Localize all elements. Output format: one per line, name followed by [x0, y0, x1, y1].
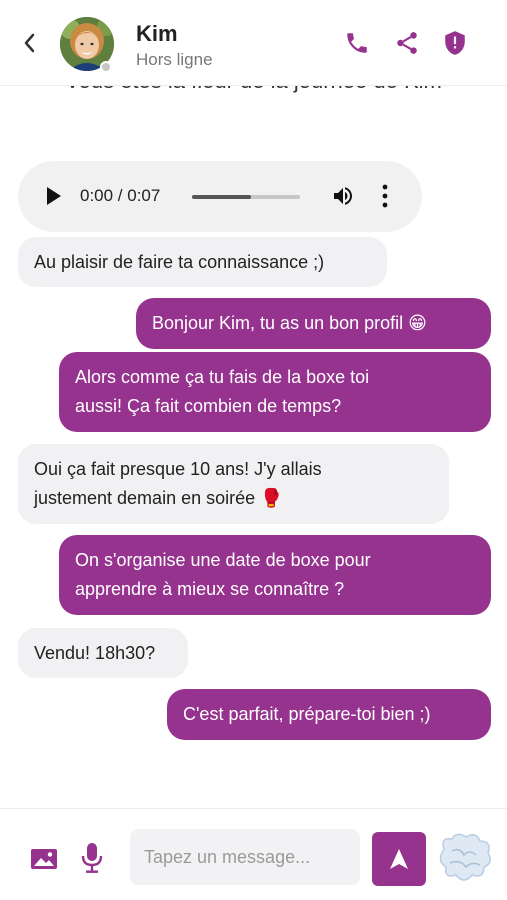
contact-name[interactable]: Kim: [136, 21, 178, 47]
message-text-line: On s'organise une date de boxe pour: [75, 550, 371, 570]
message-bubble-outgoing[interactable]: On s'organise une date de boxe pour appr…: [59, 535, 491, 615]
send-icon: [390, 849, 408, 869]
back-icon: [24, 33, 35, 53]
call-button[interactable]: [344, 30, 370, 56]
message-list[interactable]: Vous êtes la fleur de la journée de Kim …: [0, 86, 507, 808]
chat-header: Kim Hors ligne: [0, 0, 507, 86]
chat-screen: Kim Hors ligne Vous êtes la fleur de: [0, 0, 507, 900]
message-bubble-outgoing[interactable]: Bonjour Kim, tu as un bon profil 😁: [136, 298, 491, 349]
safety-button[interactable]: [442, 30, 468, 56]
back-button[interactable]: [22, 32, 40, 56]
image-icon[interactable]: [30, 847, 58, 871]
send-button[interactable]: [372, 832, 426, 886]
message-bubble-incoming[interactable]: Au plaisir de faire ta connaissance ;): [18, 237, 387, 287]
message-text: C'est parfait, prépare-toi bien ;): [183, 704, 431, 724]
contact-status: Hors ligne: [136, 50, 213, 69]
microphone-icon[interactable]: [80, 842, 104, 874]
play-icon[interactable]: [46, 186, 62, 206]
audio-time: 0:00 / 0:07: [80, 186, 161, 205]
message-text: Au plaisir de faire ta connaissance ;): [34, 251, 325, 272]
message-text-line: justement demain en soirée 🥊: [34, 488, 283, 508]
message-text-line: Oui ça fait presque 10 ans! J'y allais: [34, 459, 322, 479]
message-text: Bonjour Kim, tu as un bon profil 😁: [152, 313, 427, 333]
composer-bar: [0, 808, 507, 900]
message-text-line: aussi! Ça fait combien de temps?: [75, 396, 342, 416]
match-notice: Vous êtes la fleur de la journée de Kim: [0, 86, 507, 94]
audio-progress-bar[interactable]: [192, 195, 300, 199]
share-icon: [397, 32, 417, 54]
volume-icon[interactable]: [331, 184, 355, 208]
shield-icon: [445, 31, 465, 55]
audio-message-player[interactable]: 0:00 / 0:07: [18, 161, 422, 232]
message-bubble-incoming[interactable]: Vendu! 18h30?: [18, 628, 188, 678]
more-vertical-icon[interactable]: [380, 183, 390, 209]
audio-progress-fill: [192, 195, 252, 199]
offline-status-dot: [100, 61, 112, 73]
message-bubble-outgoing[interactable]: Alors comme ça tu fais de la boxe toi au…: [59, 352, 491, 432]
sticker-icon[interactable]: [434, 829, 494, 887]
message-text-line: Alors comme ça tu fais de la boxe toi: [75, 367, 370, 387]
message-text-line: apprendre à mieux se connaître ?: [75, 579, 345, 599]
message-bubble-outgoing[interactable]: C'est parfait, prépare-toi bien ;): [167, 689, 491, 740]
phone-icon: [347, 33, 367, 53]
message-input[interactable]: [130, 829, 360, 885]
message-bubble-incoming[interactable]: Oui ça fait presque 10 ans! J'y allais j…: [18, 444, 449, 524]
message-text: Vendu! 18h30?: [34, 642, 156, 663]
share-button[interactable]: [394, 30, 420, 56]
